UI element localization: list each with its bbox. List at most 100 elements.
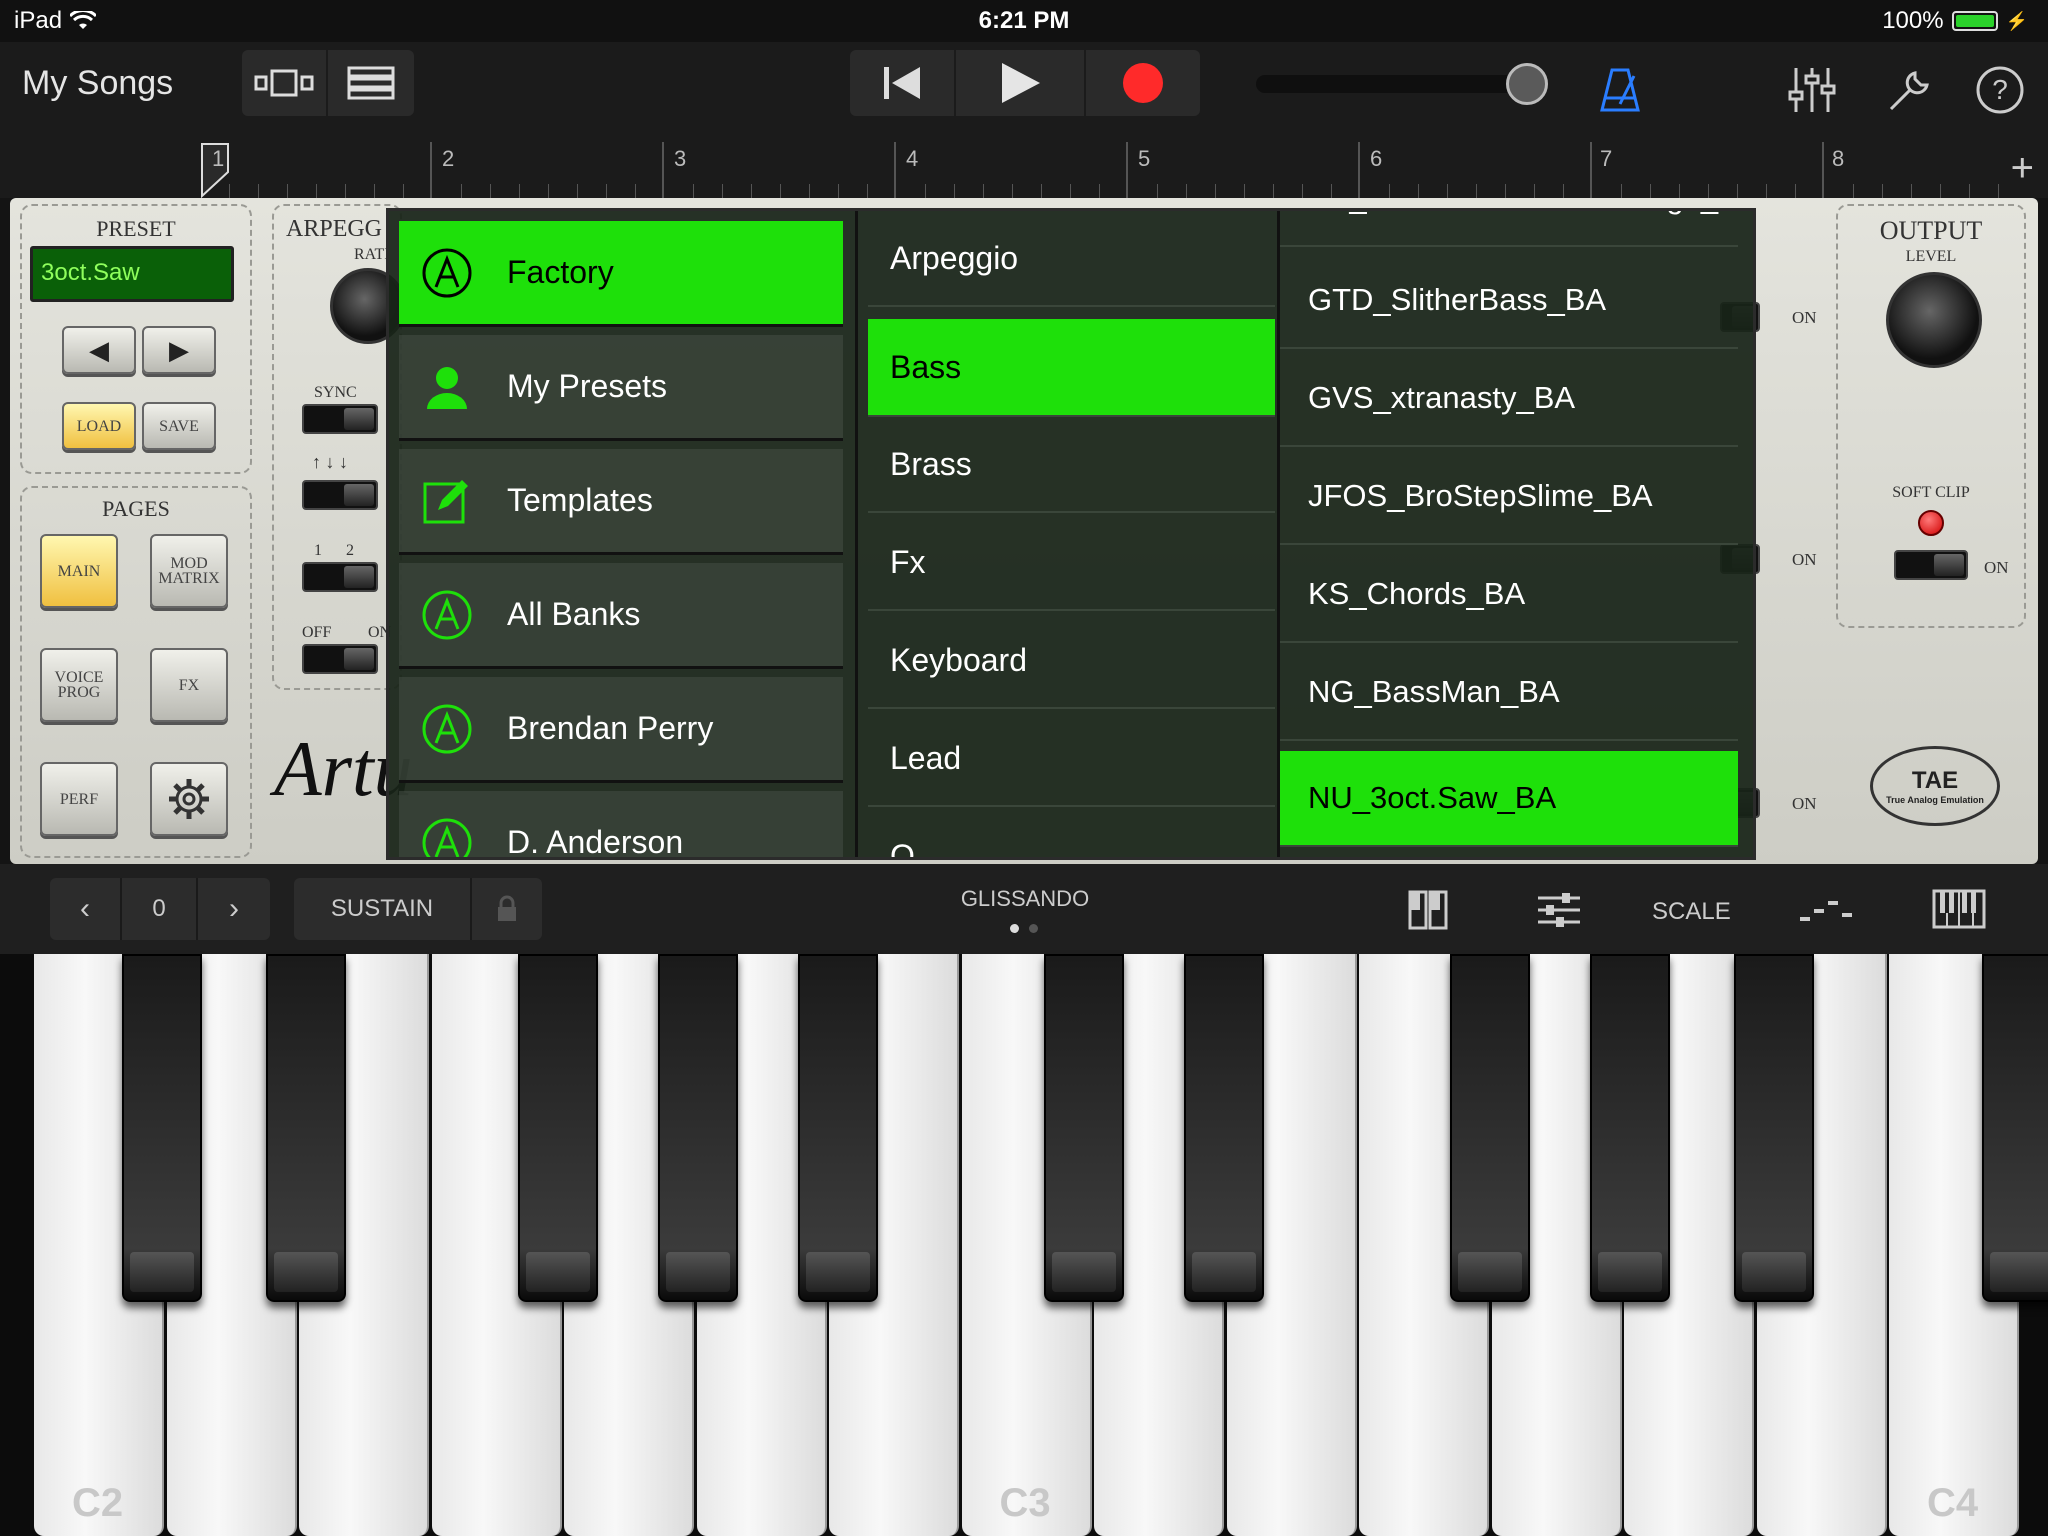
category-item[interactable]: Keyboard bbox=[868, 613, 1275, 709]
category-item[interactable]: Fx bbox=[868, 515, 1275, 611]
bank-list[interactable]: Factory My Presets Templates All Banks B… bbox=[389, 211, 853, 857]
battery-icon bbox=[1951, 11, 1998, 31]
bank-my-presets[interactable]: My Presets bbox=[399, 335, 843, 441]
black-key[interactable] bbox=[1982, 954, 2048, 1302]
black-key[interactable] bbox=[266, 954, 346, 1302]
black-key[interactable] bbox=[1590, 954, 1670, 1302]
mixer-button[interactable] bbox=[1782, 60, 1842, 120]
glissando-label[interactable]: GLISSANDO bbox=[900, 886, 1150, 912]
bank-d-anderson[interactable]: D. Anderson bbox=[399, 791, 843, 857]
my-songs-button[interactable]: My Songs bbox=[22, 64, 173, 103]
preset-item[interactable]: NG_BassMan_BA bbox=[1280, 645, 1738, 741]
soft-clip-led bbox=[1918, 510, 1944, 536]
master-volume-slider[interactable] bbox=[1256, 63, 1548, 105]
category-list[interactable]: Arpeggio Bass Brass Fx Keyboard Lead O bbox=[855, 211, 1275, 857]
keyboard-view-button[interactable] bbox=[1928, 884, 1990, 934]
bank-brendan-perry[interactable]: Brendan Perry bbox=[399, 677, 843, 783]
black-key[interactable] bbox=[658, 954, 738, 1302]
ruler-tick bbox=[983, 184, 984, 198]
scale-button[interactable]: SCALE bbox=[1652, 898, 1731, 926]
bank-factory[interactable]: Factory bbox=[399, 221, 843, 327]
sustain-button[interactable]: SUSTAIN bbox=[294, 878, 472, 940]
ruler-tick bbox=[1041, 184, 1042, 198]
soft-clip-switch[interactable] bbox=[1894, 550, 1968, 580]
previous-preset-button[interactable]: ◀ bbox=[62, 326, 136, 374]
page-mod-matrix-button[interactable]: MOD MATRIX bbox=[150, 534, 228, 608]
record-icon bbox=[1123, 63, 1163, 103]
page-voice-prog-button[interactable]: VOICE PROG bbox=[40, 648, 118, 722]
ruler-tick bbox=[954, 184, 955, 198]
timeline-ruler[interactable]: 1 2 3 4 5 6 7 8 + bbox=[0, 142, 2048, 199]
record-button[interactable] bbox=[1086, 50, 1200, 116]
output-level-knob[interactable] bbox=[1886, 272, 1982, 368]
sustain-lock-button[interactable] bbox=[472, 878, 542, 940]
ruler-tick bbox=[229, 184, 230, 198]
arpeggiator-button[interactable] bbox=[1796, 888, 1856, 932]
category-item[interactable]: Arpeggio bbox=[868, 211, 1275, 307]
next-preset-button[interactable]: ▶ bbox=[142, 326, 216, 374]
ruler-tick bbox=[867, 184, 868, 198]
pages-section: PAGES MAIN MOD MATRIX VOICE PROG FX PERF bbox=[20, 486, 252, 858]
arp-octave-switch[interactable] bbox=[302, 562, 378, 592]
tracks-view-button[interactable] bbox=[328, 50, 414, 116]
bar-number: 1 bbox=[212, 146, 225, 171]
black-key[interactable] bbox=[518, 954, 598, 1302]
octave-down-button[interactable]: ‹ bbox=[50, 878, 122, 940]
output-level-label: LEVEL bbox=[1905, 248, 1957, 265]
bank-label: All Banks bbox=[507, 596, 641, 632]
bank-all-banks[interactable]: All Banks bbox=[399, 563, 843, 669]
view-toggle-button[interactable] bbox=[242, 50, 328, 116]
preset-item-selected[interactable]: NU_3oct.Saw_BA bbox=[1280, 751, 1738, 847]
ruler-tick bbox=[258, 184, 259, 198]
status-device: iPad bbox=[14, 7, 97, 35]
preset-item[interactable]: GVS_xtranasty_BA bbox=[1280, 351, 1738, 447]
category-item[interactable]: Lead bbox=[868, 711, 1275, 807]
black-key[interactable] bbox=[798, 954, 878, 1302]
bank-templates[interactable]: Templates bbox=[399, 449, 843, 555]
preset-list[interactable]: EA_3oct Pluck with Leakage_ GTD_SlitherB… bbox=[1277, 211, 1753, 857]
metronome-button[interactable] bbox=[1592, 62, 1648, 118]
settings-button[interactable] bbox=[1880, 60, 1940, 120]
save-button[interactable]: SAVE bbox=[142, 402, 216, 450]
load-button[interactable]: LOAD bbox=[62, 402, 136, 450]
rewind-button[interactable] bbox=[850, 50, 956, 116]
ruler-tick bbox=[1244, 184, 1245, 198]
category-item-selected[interactable]: Bass bbox=[868, 319, 1275, 417]
category-item[interactable]: Brass bbox=[868, 417, 1275, 513]
volume-thumb[interactable] bbox=[1506, 63, 1548, 105]
keyboard-layout-button[interactable] bbox=[1404, 888, 1452, 932]
ruler-tick bbox=[287, 184, 288, 198]
ruler-tick bbox=[1447, 184, 1448, 198]
play-button[interactable] bbox=[956, 50, 1086, 116]
black-key[interactable] bbox=[1450, 954, 1530, 1302]
play-icon bbox=[1002, 63, 1040, 103]
arrow-right-icon: ▶ bbox=[169, 335, 189, 365]
black-key[interactable] bbox=[1044, 954, 1124, 1302]
add-section-button[interactable]: + bbox=[2011, 146, 2034, 191]
sync-switch[interactable] bbox=[302, 404, 378, 434]
arp-on-switch[interactable] bbox=[302, 644, 378, 674]
page-fx-button[interactable]: FX bbox=[150, 648, 228, 722]
preset-item[interactable]: JFOS_BroStepSlime_BA bbox=[1280, 449, 1738, 545]
page-main-button[interactable]: MAIN bbox=[40, 534, 118, 608]
ruler-tick bbox=[1766, 184, 1767, 198]
preset-item[interactable]: GTD_SlitherBass_BA bbox=[1280, 253, 1738, 349]
black-key[interactable] bbox=[122, 954, 202, 1302]
ruler-tick bbox=[374, 184, 375, 198]
category-item[interactable]: O bbox=[868, 809, 1275, 858]
page-perf-button[interactable]: PERF bbox=[40, 762, 118, 836]
octave-up-button[interactable]: › bbox=[198, 878, 270, 940]
preset-item[interactable]: KS_Chords_BA bbox=[1280, 547, 1738, 643]
black-key[interactable] bbox=[1184, 954, 1264, 1302]
preset-item[interactable]: EA_3oct Pluck with Leakage_ bbox=[1280, 211, 1738, 247]
device-name: iPad bbox=[14, 7, 63, 34]
lock-icon bbox=[498, 895, 516, 921]
black-key[interactable] bbox=[1734, 954, 1814, 1302]
arp-direction-switch[interactable] bbox=[302, 480, 378, 510]
help-button[interactable]: ? bbox=[1970, 60, 2030, 120]
ruler-tick bbox=[1679, 184, 1680, 198]
preset-display[interactable]: 3oct.Saw bbox=[30, 246, 234, 302]
page-settings-button[interactable] bbox=[150, 762, 228, 836]
keyboard-settings-button[interactable] bbox=[1534, 888, 1584, 932]
chevron-right-icon: › bbox=[229, 892, 239, 925]
